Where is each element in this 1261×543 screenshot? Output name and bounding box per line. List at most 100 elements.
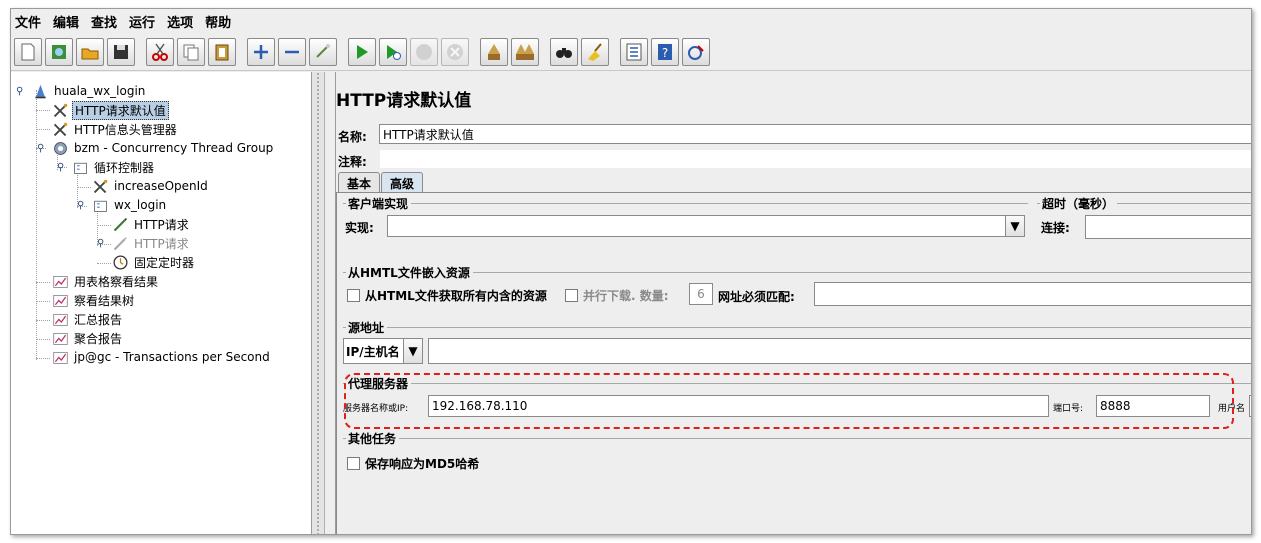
tree-node-wx-login[interactable]: wx_login xyxy=(91,196,168,214)
url-match-label: 网址必须匹配: xyxy=(718,290,795,304)
new-icon xyxy=(21,43,35,60)
remote-icon xyxy=(688,44,704,60)
name-input[interactable]: HTTP请求默认值 xyxy=(379,124,1251,144)
parallel-download-checkbox[interactable]: 并行下载. 数量: xyxy=(565,287,669,304)
cut-icon xyxy=(152,43,168,61)
proxy-highlight-annotation xyxy=(344,373,1234,429)
menu-edit[interactable]: 编辑 xyxy=(47,12,85,31)
remote-button[interactable] xyxy=(682,37,710,66)
expand-icon xyxy=(254,44,268,59)
tab-basic[interactable]: 基本 xyxy=(338,172,381,193)
shutdown-button[interactable] xyxy=(441,37,469,66)
proxy-username-input[interactable] xyxy=(1249,395,1251,417)
toggle-button[interactable] xyxy=(309,37,337,66)
copy-icon xyxy=(183,44,199,60)
tree-node-increase-openid[interactable]: increaseOpenId xyxy=(91,177,210,195)
tab-advanced[interactable]: 高级 xyxy=(381,172,424,193)
source-type-select[interactable]: IP/主机名 ▼ xyxy=(343,338,423,364)
search-button[interactable] xyxy=(550,37,578,66)
config-wrench-icon xyxy=(51,101,69,119)
new-button[interactable] xyxy=(14,37,42,66)
md5-checkbox[interactable]: 保存响应为MD5哈希 xyxy=(347,455,479,472)
menu-options[interactable]: 选项 xyxy=(161,12,199,31)
paste-button[interactable] xyxy=(208,37,236,66)
save-icon xyxy=(114,44,128,59)
embedded-group xyxy=(343,272,1251,273)
tree-node-table-results[interactable]: 用表格察看结果 xyxy=(51,272,160,290)
tree-node-test-plan[interactable]: huala_wx_login xyxy=(31,82,147,100)
collapse-icon xyxy=(285,50,299,53)
listener-graph-icon xyxy=(51,291,69,309)
save-button[interactable] xyxy=(107,37,135,66)
comment-input[interactable] xyxy=(379,149,1251,169)
start-no-pauses-button[interactable] xyxy=(379,37,407,66)
function-helper-icon xyxy=(626,43,642,60)
listener-graph-icon xyxy=(51,272,69,290)
start-button[interactable] xyxy=(348,37,376,66)
collapse-button[interactable] xyxy=(278,37,306,66)
menu-run[interactable]: 运行 xyxy=(123,12,161,31)
shutdown-icon xyxy=(447,43,463,60)
tree-node-thread-group[interactable]: bzm - Concurrency Thread Group xyxy=(51,139,275,157)
checkbox-box xyxy=(347,289,360,302)
help-button[interactable]: ? xyxy=(651,37,679,66)
start-no-pauses-icon xyxy=(387,44,401,60)
connect-timeout-input[interactable] xyxy=(1085,215,1251,239)
checkbox-box xyxy=(347,457,360,470)
menubar: 文件 编辑 查找 运行 选项 帮助 xyxy=(11,9,1251,33)
templates-button[interactable] xyxy=(45,37,73,66)
expand-button[interactable] xyxy=(247,37,275,66)
loop-expander[interactable]: ⚲ xyxy=(57,163,67,173)
tree-node-aggregate-report[interactable]: 聚合报告 xyxy=(51,329,124,347)
menu-help[interactable]: 帮助 xyxy=(199,12,237,31)
copy-button[interactable] xyxy=(177,37,205,66)
controller-icon xyxy=(71,158,89,176)
tree-node-http-request-1[interactable]: HTTP请求 xyxy=(111,215,191,233)
thread-group-expander[interactable]: ⚲ xyxy=(37,144,47,154)
parallel-count-input[interactable]: 6 xyxy=(689,283,713,305)
help-icon: ? xyxy=(658,43,672,60)
impl-select[interactable]: ▼ xyxy=(387,215,1025,237)
open-button[interactable] xyxy=(76,37,104,66)
url-match-input[interactable] xyxy=(814,282,1251,306)
http-request-2-expander[interactable]: ⚲ xyxy=(97,239,107,249)
clear-all-button[interactable] xyxy=(511,37,539,66)
open-templates-icon xyxy=(52,44,66,59)
source-title: 源地址 xyxy=(346,319,388,336)
tree-node-tps-listener[interactable]: jp@gc - Transactions per Second xyxy=(51,348,272,366)
menu-file[interactable]: 文件 xyxy=(11,12,47,31)
wx-login-expander[interactable]: ⚲ xyxy=(77,201,87,211)
config-panel: HTTP请求默认值 名称: HTTP请求默认值 注释: 基本 高级 客户端实现 … xyxy=(335,72,1251,534)
clear-button[interactable] xyxy=(480,37,508,66)
retrieve-all-checkbox[interactable]: 从HTML文件获取所有内含的资源 xyxy=(347,287,547,304)
clear-all-icon xyxy=(516,43,534,60)
test-plan-icon xyxy=(31,82,49,100)
checkbox-box xyxy=(565,289,578,302)
split-pane-divider[interactable] xyxy=(312,72,325,534)
source-address-input[interactable] xyxy=(428,338,1251,364)
tree-node-http-request-2[interactable]: HTTP请求 xyxy=(111,234,191,252)
tree-node-timer[interactable]: 固定定时器 xyxy=(111,253,196,271)
stop-button[interactable] xyxy=(410,37,438,66)
root-expander[interactable]: ⚲ xyxy=(16,87,26,97)
clear-icon xyxy=(488,43,500,60)
tree-node-summary-report[interactable]: 汇总报告 xyxy=(51,310,124,328)
controller-icon xyxy=(91,196,109,214)
reset-search-icon xyxy=(588,42,602,61)
config-wrench-icon xyxy=(51,120,69,138)
timer-clock-icon xyxy=(111,253,129,271)
tree-node-http-defaults[interactable]: HTTP请求默认值 xyxy=(51,100,169,120)
tree-node-header-manager[interactable]: HTTP信息头管理器 xyxy=(51,120,179,138)
tree-node-results-tree[interactable]: 察看结果树 xyxy=(51,291,136,309)
reset-search-button[interactable] xyxy=(581,37,609,66)
cut-button[interactable] xyxy=(146,37,174,66)
function-helper-button[interactable] xyxy=(620,37,648,66)
sampler-pen-icon xyxy=(111,215,129,233)
open-icon xyxy=(81,48,99,59)
other-group xyxy=(343,438,1251,439)
menu-search[interactable]: 查找 xyxy=(85,12,123,31)
tree-node-loop-controller[interactable]: 循环控制器 xyxy=(71,158,156,176)
test-plan-tree: ⚲ huala_wx_login HTTP请求默认值 HTTP信息头管理器 ⚲ … xyxy=(11,72,312,534)
impl-label: 实现: xyxy=(345,221,374,235)
stop-icon xyxy=(416,43,432,60)
